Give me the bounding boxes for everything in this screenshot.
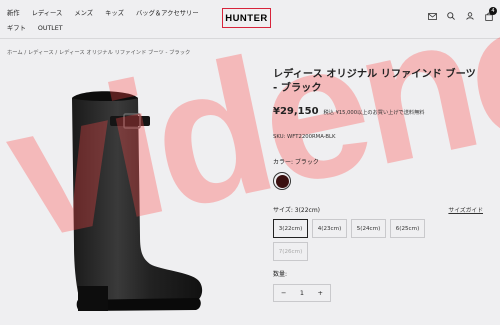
size-option-3[interactable]: 3(22cm) bbox=[273, 219, 308, 238]
header-icons: 4 bbox=[427, 7, 497, 21]
cart-icon[interactable]: 4 bbox=[484, 7, 497, 21]
nav-item-outlet[interactable]: OUTLET bbox=[38, 21, 63, 36]
logo: HUNTER bbox=[225, 12, 268, 24]
size-option-7[interactable]: 7(26cm) bbox=[273, 242, 308, 261]
nav-item-bags-accessories[interactable]: バッグ＆アクセサリー bbox=[136, 6, 199, 21]
product-sku: SKU: WFT2200RMA-BLK bbox=[273, 134, 336, 140]
nav-item-new[interactable]: 新作 bbox=[7, 6, 20, 21]
size-label: サイズ: 3(22cm) bbox=[273, 207, 321, 214]
nav-item-kids[interactable]: キッズ bbox=[105, 6, 124, 21]
main-nav: 新作 レディース メンズ キッズ バッグ＆アクセサリー ギフト OUTLET bbox=[7, 6, 211, 36]
nav-item-gift[interactable]: ギフト bbox=[7, 21, 26, 36]
size-option-6[interactable]: 6(25cm) bbox=[390, 219, 425, 238]
breadcrumb[interactable]: ホーム / レディース / レディース オリジナル リファインド ブーツ - ブ… bbox=[7, 48, 190, 56]
size-option-5[interactable]: 5(24cm) bbox=[351, 219, 386, 238]
product-price: ¥29,150 bbox=[273, 106, 319, 117]
account-icon[interactable] bbox=[465, 11, 475, 21]
site-header: 新作 レディース メンズ キッズ バッグ＆アクセサリー ギフト OUTLET H… bbox=[0, 0, 500, 38]
quantity-stepper: − 1 + bbox=[273, 284, 331, 302]
tax-shipping-note: 税込 ¥15,000以上のお買い上げで送料無料 bbox=[323, 110, 425, 116]
header-divider bbox=[0, 38, 500, 39]
search-icon[interactable] bbox=[446, 11, 456, 21]
cart-count-badge: 4 bbox=[489, 7, 497, 15]
product-info: レディース オリジナル リファインド ブーツ - ブラック ¥29,150 税込… bbox=[273, 68, 483, 302]
color-label: カラー: ブラック bbox=[273, 159, 319, 166]
product-title: レディース オリジナル リファインド ブーツ - ブラック bbox=[273, 69, 476, 94]
quantity-value[interactable]: 1 bbox=[300, 289, 304, 297]
size-options: 3(22cm) 4(23cm) 5(24cm) 6(25cm) 7(26cm) bbox=[273, 219, 433, 261]
color-swatch-black[interactable] bbox=[273, 172, 291, 190]
quantity-label: 数量: bbox=[273, 271, 288, 278]
quantity-decrease-button[interactable]: − bbox=[281, 289, 286, 297]
product-image[interactable] bbox=[40, 86, 215, 316]
quantity-increase-button[interactable]: + bbox=[318, 289, 323, 297]
nav-item-mens[interactable]: メンズ bbox=[74, 6, 93, 21]
size-guide-link[interactable]: サイズガイド bbox=[448, 205, 483, 214]
size-option-4[interactable]: 4(23cm) bbox=[312, 219, 347, 238]
color-swatch-fill bbox=[275, 174, 289, 188]
nav-item-ladies[interactable]: レディース bbox=[32, 6, 63, 21]
logo-link[interactable]: HUNTER bbox=[222, 8, 271, 28]
mail-icon[interactable] bbox=[427, 11, 437, 21]
